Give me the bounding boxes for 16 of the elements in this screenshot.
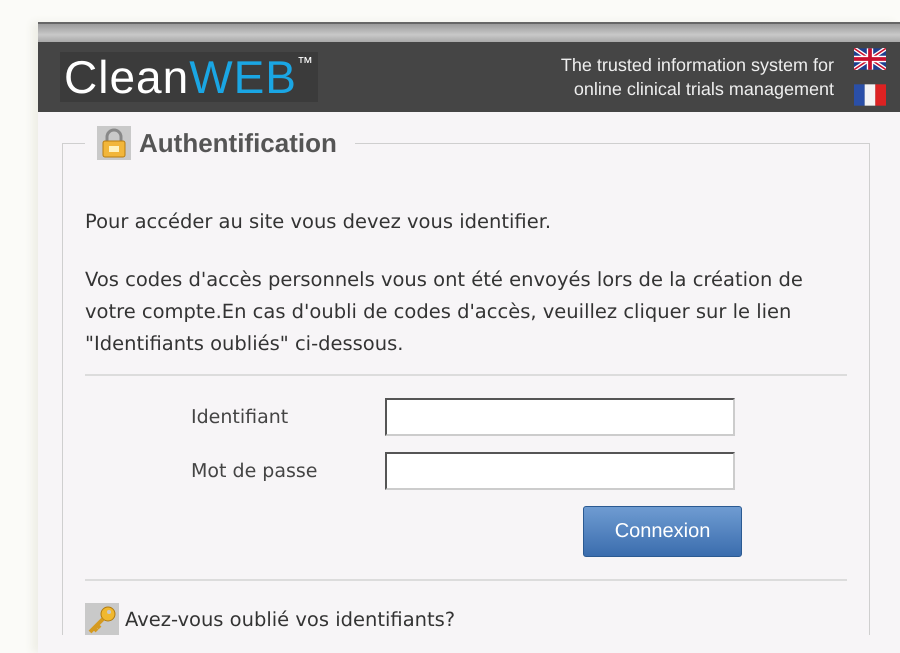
input-field[interactable] bbox=[385, 452, 735, 490]
forgot-credentials-link[interactable]: Avez-vous oublié vos identifiants? bbox=[125, 608, 456, 630]
intro-text: Pour accéder au site vous devez vous identifier. bbox=[85, 209, 552, 235]
section-title: Authentification bbox=[139, 128, 337, 158]
france-flag-icon[interactable] bbox=[854, 84, 886, 106]
tagline: online clinical trials management bbox=[574, 78, 834, 101]
field-label: Mot de passe bbox=[191, 460, 318, 482]
key-icon bbox=[85, 603, 119, 635]
info-text: Vos codes d'accès personnels vous ont été envoyés lors de la création de votre compte.En cas d'oubli de codes d'accès, veuillez cliquer sur le lien "Identifiants oubliés" ci-dessous. bbox=[85, 267, 804, 357]
input-field[interactable] bbox=[385, 398, 735, 436]
tagline: The trusted information system for bbox=[560, 54, 834, 77]
logo: CleanWEB$^{™}$ bbox=[60, 52, 318, 102]
padlock-icon bbox=[97, 126, 131, 160]
uk-flag-icon[interactable] bbox=[854, 48, 886, 70]
field-label: Identifiant bbox=[191, 406, 290, 428]
login-button[interactable]: Connexion bbox=[583, 506, 742, 557]
